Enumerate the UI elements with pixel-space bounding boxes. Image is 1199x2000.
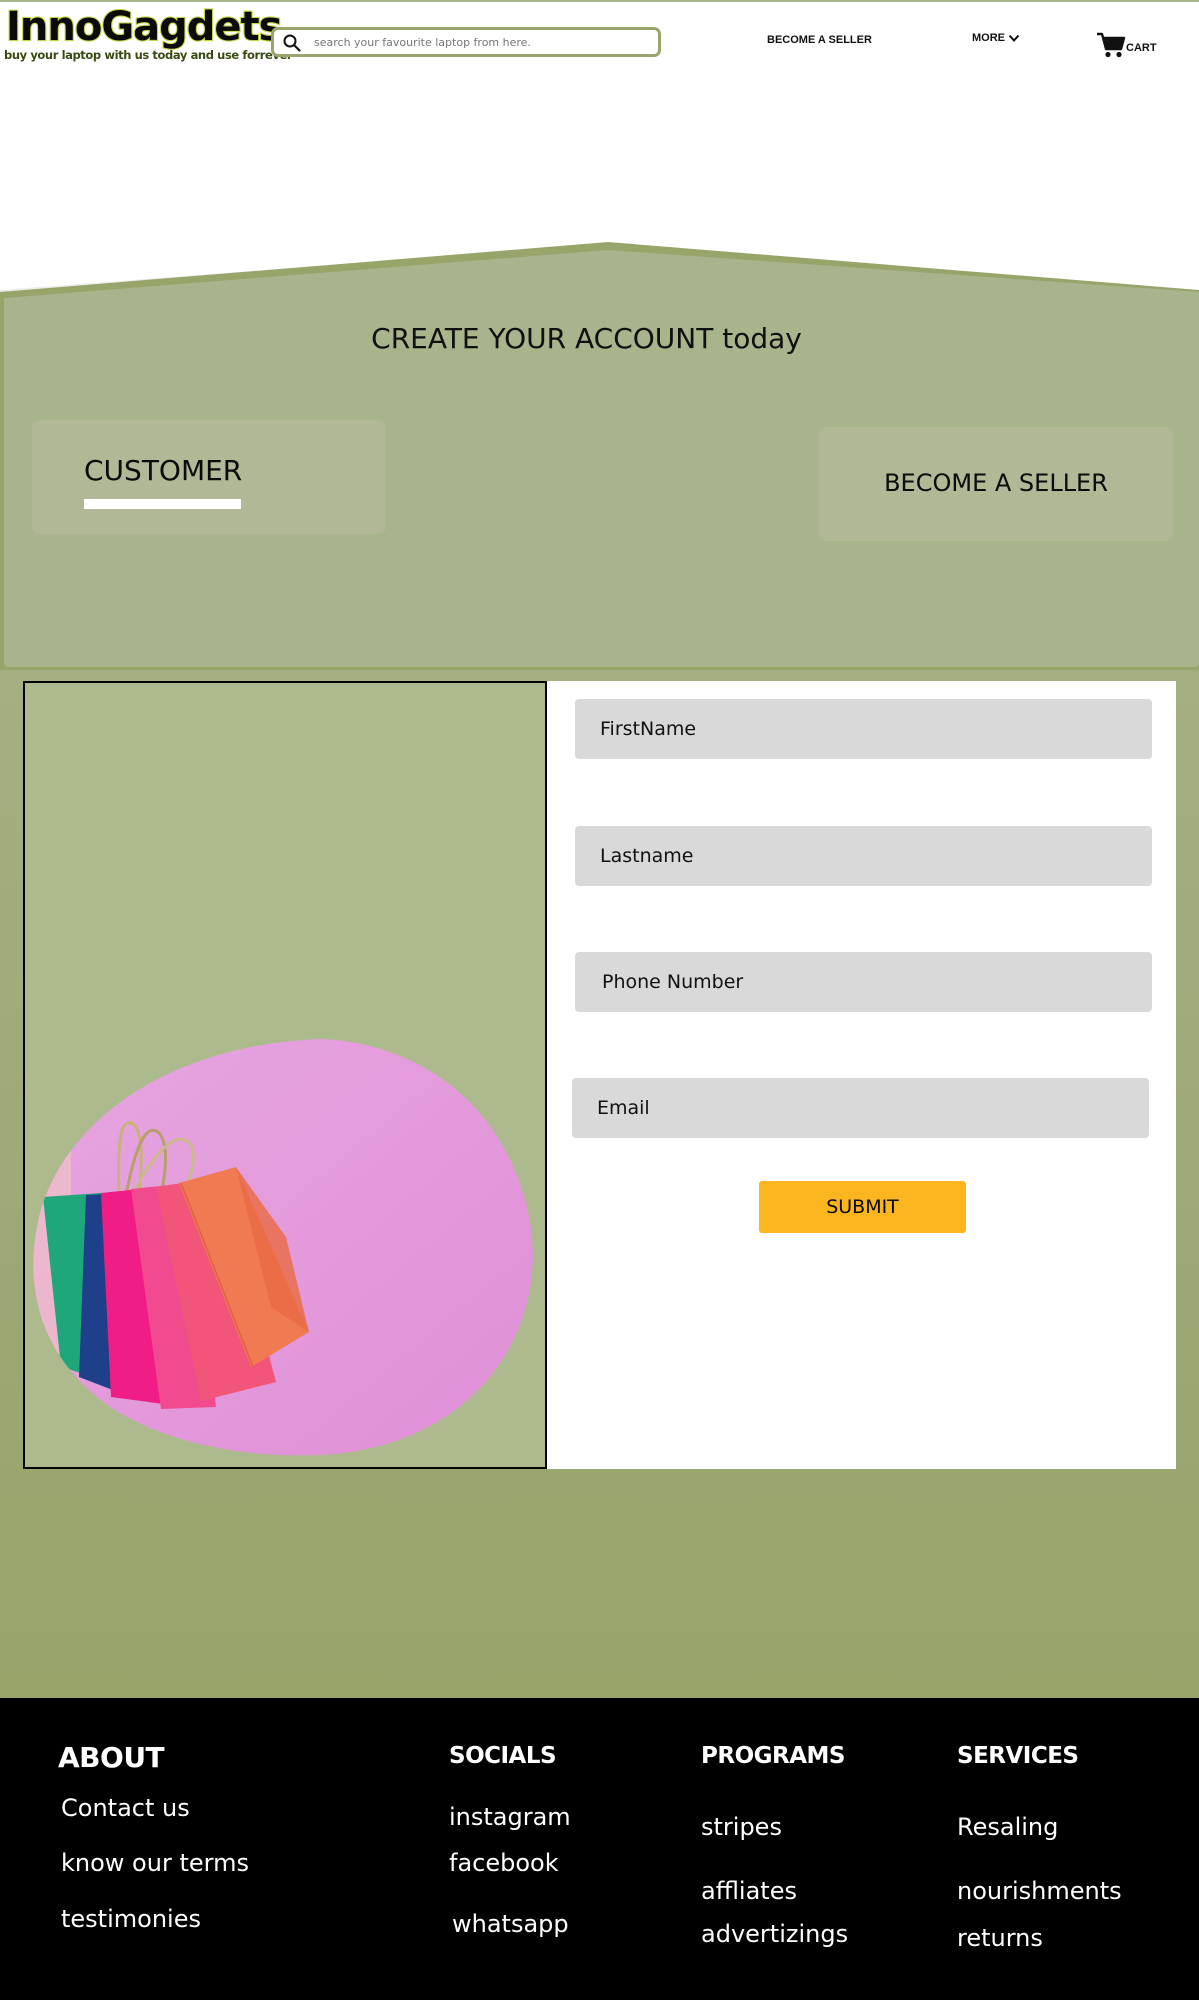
footer-link-know-our-terms[interactable]: know our terms bbox=[61, 1849, 249, 1877]
footer-link-resaling[interactable]: Resaling bbox=[957, 1813, 1058, 1841]
cart-icon bbox=[1097, 32, 1126, 58]
nav-cart[interactable]: CART bbox=[1096, 30, 1157, 60]
logo-tagline: buy your laptop with us today and use fo… bbox=[4, 48, 293, 62]
footer-link-instagram[interactable]: instagram bbox=[449, 1803, 571, 1831]
footer-heading-about: ABOUT bbox=[58, 1741, 165, 1774]
tab-become-seller[interactable]: BECOME A SELLER bbox=[819, 427, 1173, 541]
footer-link-nourishments[interactable]: nourishments bbox=[957, 1877, 1122, 1905]
phone-number-field[interactable] bbox=[575, 952, 1152, 1012]
lastname-field[interactable] bbox=[575, 826, 1152, 886]
email-field[interactable] bbox=[572, 1078, 1149, 1138]
nav-more-dropdown[interactable]: MORE bbox=[972, 32, 1020, 44]
search-input[interactable] bbox=[314, 32, 644, 52]
search-bar[interactable] bbox=[271, 27, 661, 57]
logo-text: InnoGagdets bbox=[5, 3, 284, 51]
page-title: CREATE YOUR ACCOUNT today bbox=[371, 322, 802, 355]
nav-become-seller[interactable]: BECOME A SELLER bbox=[767, 34, 872, 46]
search-icon[interactable] bbox=[282, 33, 302, 53]
illustration-panel bbox=[23, 681, 547, 1469]
tab-active-indicator bbox=[84, 499, 241, 509]
footer-link-affliates[interactable]: affliates bbox=[701, 1877, 797, 1905]
footer-link-facebook[interactable]: facebook bbox=[449, 1849, 559, 1877]
footer-link-returns[interactable]: returns bbox=[957, 1924, 1043, 1952]
submit-button[interactable]: SUBMIT bbox=[759, 1181, 966, 1233]
footer-link-whatsapp[interactable]: whatsapp bbox=[452, 1910, 569, 1938]
footer-link-advertizings[interactable]: advertizings bbox=[701, 1920, 848, 1948]
footer: ABOUT Contact us know our terms testimon… bbox=[0, 1698, 1199, 2000]
firstname-field[interactable] bbox=[575, 699, 1152, 759]
tab-become-seller-label: BECOME A SELLER bbox=[884, 469, 1108, 497]
header: InnoGagdets buy your laptop with us toda… bbox=[0, 0, 1199, 82]
tab-customer-label: CUSTOMER bbox=[84, 454, 243, 487]
chevron-down-icon bbox=[1008, 34, 1020, 42]
footer-link-contact-us[interactable]: Contact us bbox=[61, 1794, 190, 1822]
footer-link-stripes[interactable]: stripes bbox=[701, 1813, 782, 1841]
footer-heading-programs: PROGRAMS bbox=[701, 1743, 845, 1769]
footer-heading-socials: SOCIALS bbox=[449, 1743, 557, 1769]
tab-customer[interactable]: CUSTOMER bbox=[32, 420, 386, 534]
footer-link-testimonies[interactable]: testimonies bbox=[61, 1905, 201, 1933]
footer-heading-services: SERVICES bbox=[957, 1743, 1079, 1769]
nav-more-label: MORE bbox=[972, 32, 1005, 44]
logo[interactable]: InnoGagdets buy your laptop with us toda… bbox=[4, 3, 293, 64]
signup-form-panel bbox=[547, 681, 1176, 1469]
shopping-bags-illustration bbox=[33, 1039, 533, 1456]
nav-cart-label: CART bbox=[1126, 42, 1157, 54]
